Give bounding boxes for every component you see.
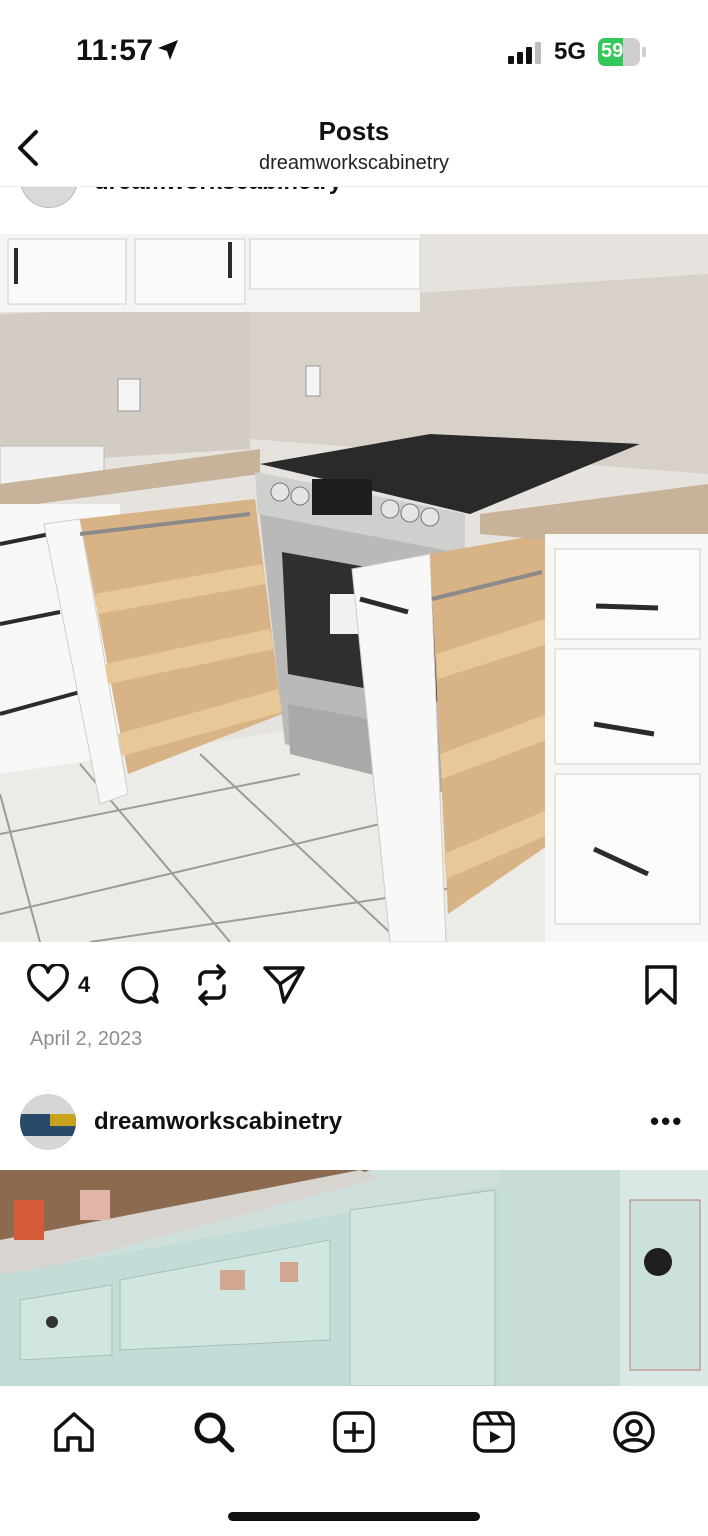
signal-icon: [508, 42, 541, 64]
network-label: 5G: [554, 38, 587, 65]
bookmark-icon[interactable]: [644, 964, 678, 1011]
post-actions: 4: [0, 960, 708, 1016]
share-icon[interactable]: [262, 964, 306, 1011]
home-indicator: [228, 1512, 480, 1521]
avatar[interactable]: [20, 1094, 76, 1150]
battery-percent: 59: [601, 40, 624, 62]
post-date: April 2, 2023: [30, 1028, 143, 1050]
status-bar: 11:57 5G 59: [0, 0, 708, 100]
page-subtitle[interactable]: dreamworkscabinetry: [0, 152, 708, 175]
create-icon[interactable]: [330, 1408, 378, 1456]
like-count[interactable]: 4: [78, 972, 90, 998]
repost-icon[interactable]: [192, 964, 232, 1011]
home-icon[interactable]: [50, 1408, 98, 1456]
heart-icon[interactable]: [26, 962, 70, 1009]
location-arrow-icon: [156, 38, 180, 67]
status-time: 11:57: [76, 34, 154, 67]
post-image[interactable]: [0, 234, 708, 942]
nav-header: Posts dreamworkscabinetry: [0, 100, 708, 187]
comment-icon[interactable]: [118, 964, 160, 1011]
battery-icon: 59: [598, 38, 646, 66]
post-username[interactable]: dreamworkscabinetry: [94, 1108, 342, 1136]
post-header: dreamworkscabinetry •••: [0, 1090, 708, 1154]
profile-icon[interactable]: [610, 1408, 658, 1456]
bottom-tab-bar: [0, 1386, 708, 1536]
search-icon[interactable]: [190, 1408, 238, 1456]
more-icon[interactable]: •••: [650, 1106, 683, 1137]
page-title: Posts: [318, 116, 390, 146]
reels-icon[interactable]: [470, 1408, 518, 1456]
post-image[interactable]: [0, 1170, 708, 1386]
